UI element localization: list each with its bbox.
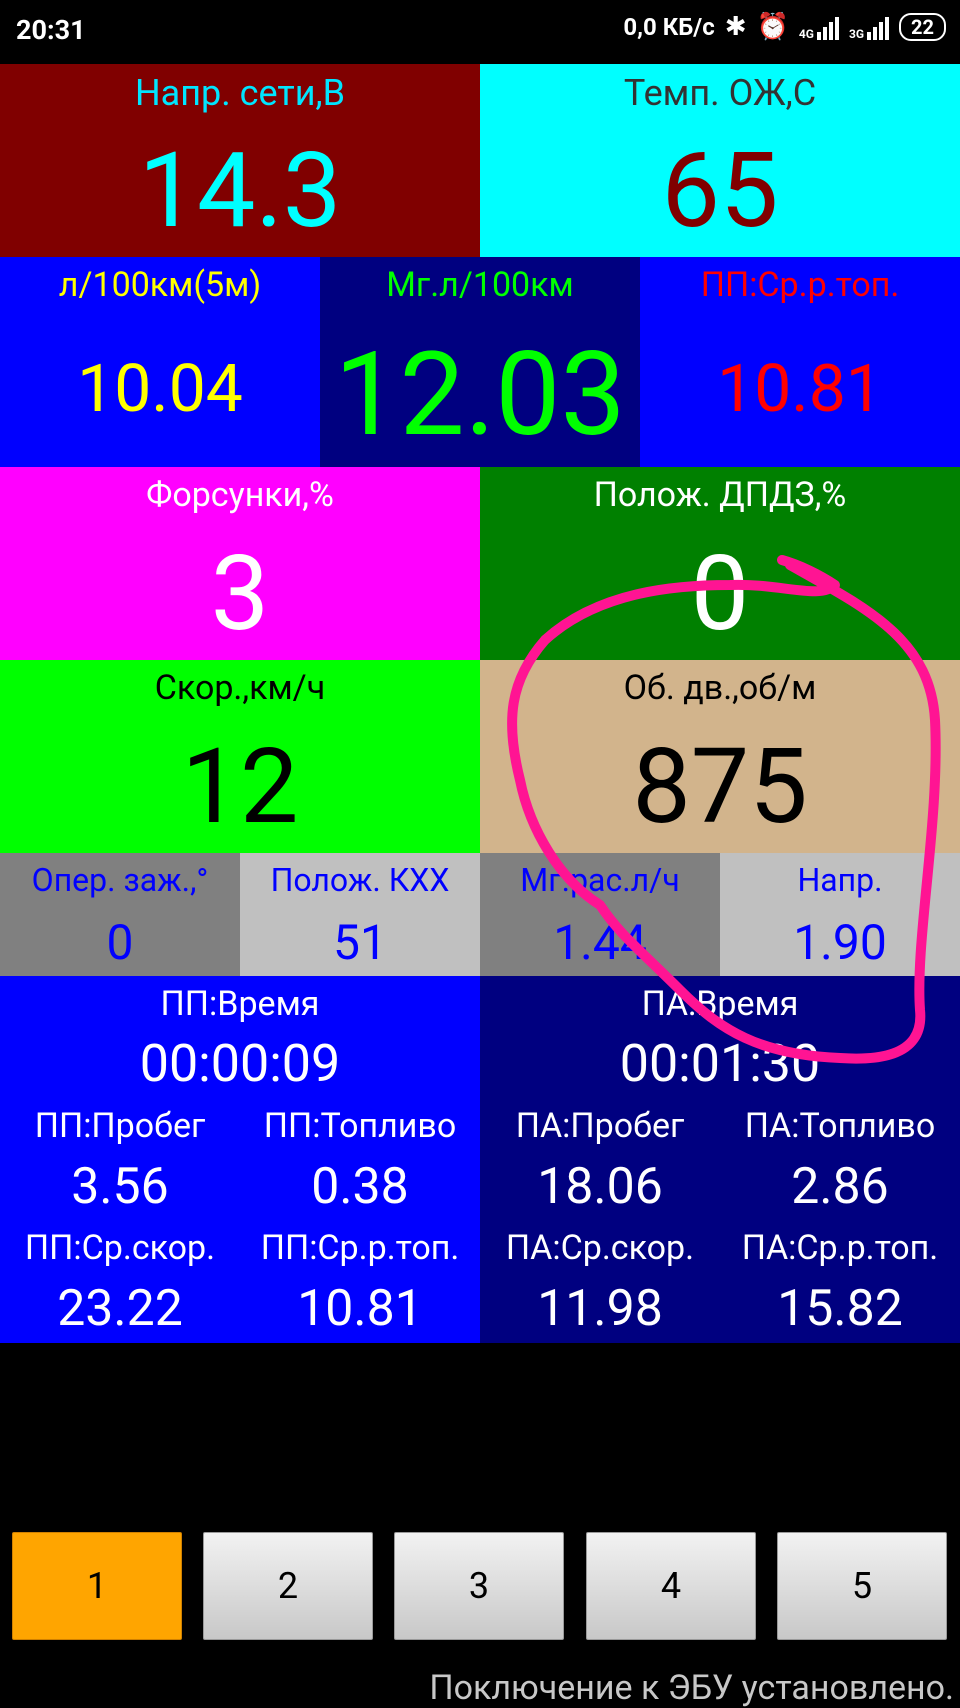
page-button-3[interactable]: 3 xyxy=(394,1532,564,1640)
status-bar: 20:31 0,0 КБ/с ✱ ⏰ 4G 3G 22 xyxy=(0,0,960,64)
trip-time-value: 00:01:30 xyxy=(619,1033,821,1094)
tile-speed[interactable]: Скор.,км/ч 12 xyxy=(0,660,480,853)
trip-fuel-value: 0.38 xyxy=(311,1158,409,1216)
tile-label: Напр. xyxy=(797,861,883,899)
bluetooth-icon: ✱ xyxy=(724,12,747,42)
tile-label: Форсунки,% xyxy=(146,475,334,515)
tile-label: Напр. сети,В xyxy=(134,72,346,114)
tile-ignition[interactable]: Опер. заж.,° 0 xyxy=(0,853,240,976)
tile-value: 51 xyxy=(333,914,387,971)
trip-pp-panel[interactable]: ПП:Время 00:00:09 ПП:Пробег ПП:Топливо 3… xyxy=(0,976,480,1343)
alarm-icon: ⏰ xyxy=(756,12,789,42)
tile-value: 3 xyxy=(210,534,270,655)
trip-dist-label: ПА:Пробег xyxy=(515,1106,685,1146)
page-button-1[interactable]: 1 xyxy=(12,1532,182,1640)
tile-label: Мг.л/100км xyxy=(386,265,574,305)
trip-dist-label: ПП:Пробег xyxy=(34,1106,206,1146)
tile-value: 12 xyxy=(181,727,299,848)
signal-3g-icon: 3G xyxy=(849,14,890,40)
tile-rpm[interactable]: Об. дв.,об/м 875 xyxy=(480,660,960,853)
tile-value: 12.03 xyxy=(334,327,626,463)
tile-label: Об. дв.,об/м xyxy=(623,668,817,708)
battery-icon: 22 xyxy=(899,13,946,41)
tile-label: Мг.рас.л/ч xyxy=(520,861,680,899)
tile-value: 10.04 xyxy=(77,351,243,428)
tile-sensor-voltage[interactable]: Напр. 1.90 xyxy=(720,853,960,976)
tile-label: л/100км(5м) xyxy=(58,265,262,305)
trip-fuel-value: 2.86 xyxy=(791,1158,889,1216)
tile-value: 14.3 xyxy=(138,131,342,252)
tile-throttle[interactable]: Полож. ДПДЗ,% 0 xyxy=(480,467,960,660)
trip-time-label: ПА:Время xyxy=(641,984,799,1024)
network-speed: 0,0 КБ/с xyxy=(623,13,715,41)
tile-label: Полож. ДПДЗ,% xyxy=(593,475,847,515)
page-button-4[interactable]: 4 xyxy=(586,1532,756,1640)
clock: 20:31 xyxy=(16,14,86,46)
tile-voltage[interactable]: Напр. сети,В 14.3 xyxy=(0,64,480,257)
tile-value: 65 xyxy=(661,131,779,252)
tile-fuel-5m[interactable]: л/100км(5м) 10.04 xyxy=(0,257,320,467)
trip-fuel-label: ПП:Топливо xyxy=(263,1106,457,1146)
tile-value: 1.90 xyxy=(793,914,887,971)
trip-fuel-label: ПА:Топливо xyxy=(744,1106,936,1146)
tile-trip-avg-fuel[interactable]: ПП:Ср.р.топ. 10.81 xyxy=(640,257,960,467)
tile-injectors[interactable]: Форсунки,% 3 xyxy=(0,467,480,660)
tile-instant-flow[interactable]: Мг.рас.л/ч 1.44 xyxy=(480,853,720,976)
tile-value: 1.44 xyxy=(553,914,647,971)
tile-label: ПП:Ср.р.топ. xyxy=(700,265,900,305)
signal-4g-icon: 4G xyxy=(799,14,839,40)
tile-label: Полож. КХХ xyxy=(270,861,450,899)
trip-dist-value: 3.56 xyxy=(71,1158,169,1216)
trip-avg-speed-label: ПП:Ср.скор. xyxy=(24,1228,216,1268)
trip-avg-fuel-value: 10.81 xyxy=(297,1280,423,1338)
tile-label: Темп. ОЖ,С xyxy=(623,72,817,114)
tile-value: 10.81 xyxy=(717,351,883,428)
tile-value: 0 xyxy=(106,914,134,971)
trip-avg-speed-label: ПА:Ср.скор. xyxy=(505,1228,695,1268)
tile-instant-fuel[interactable]: Мг.л/100км 12.03 xyxy=(320,257,640,467)
trip-avg-fuel-label: ПП:Ср.р.топ. xyxy=(260,1228,460,1268)
trip-avg-fuel-label: ПА:Ср.р.топ. xyxy=(741,1228,939,1268)
tile-label: Скор.,км/ч xyxy=(154,668,326,708)
trip-time-value: 00:00:09 xyxy=(139,1033,341,1094)
tile-value: 0 xyxy=(690,534,750,655)
trip-avg-speed-value: 23.22 xyxy=(57,1280,183,1338)
trip-pa-panel[interactable]: ПА:Время 00:01:30 ПА:Пробег ПА:Топливо 1… xyxy=(480,976,960,1343)
trip-time-label: ПП:Время xyxy=(160,984,320,1024)
tile-value: 875 xyxy=(632,727,808,848)
trip-avg-speed-value: 11.98 xyxy=(537,1280,663,1338)
page-button-5[interactable]: 5 xyxy=(777,1532,947,1640)
connection-status: Поключение к ЭБУ установлено. xyxy=(429,1668,954,1708)
trip-avg-fuel-value: 15.82 xyxy=(777,1280,903,1338)
tile-iac[interactable]: Полож. КХХ 51 xyxy=(240,853,480,976)
tile-coolant-temp[interactable]: Темп. ОЖ,С 65 xyxy=(480,64,960,257)
page-button-2[interactable]: 2 xyxy=(203,1532,373,1640)
tile-label: Опер. заж.,° xyxy=(31,861,209,899)
trip-dist-value: 18.06 xyxy=(537,1158,663,1216)
